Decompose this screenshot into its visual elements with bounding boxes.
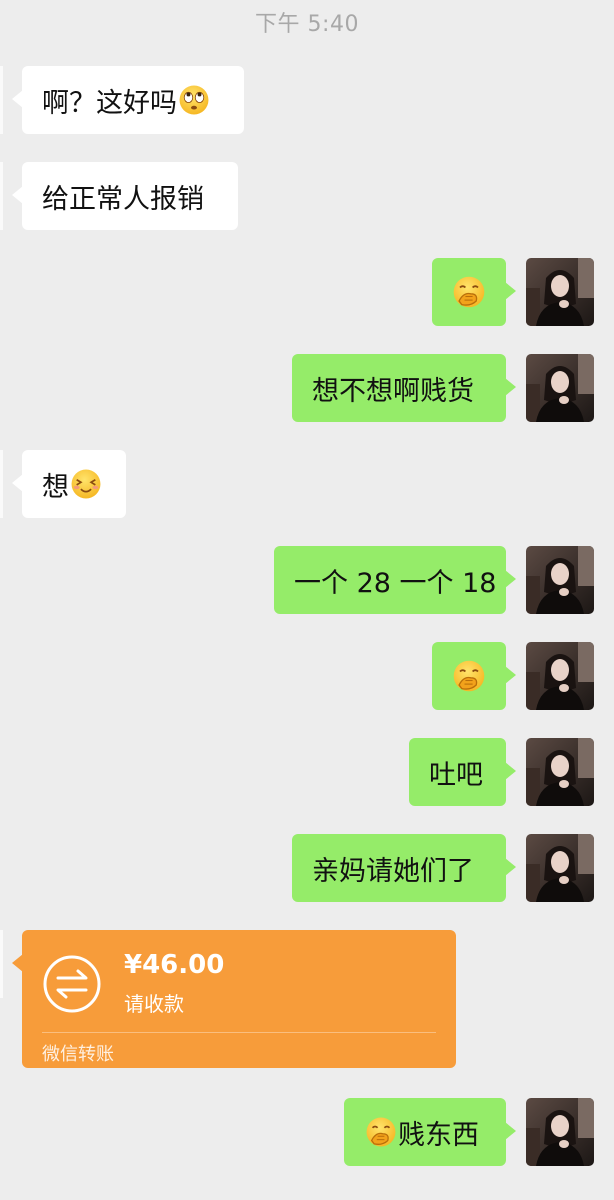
contact-avatar-edge[interactable] [0, 66, 3, 134]
message-bubble-outgoing[interactable] [432, 642, 516, 710]
contact-avatar-edge[interactable] [0, 450, 3, 518]
transfer-divider [42, 1032, 436, 1033]
rolling-eyes-emoji-icon [177, 83, 211, 117]
transfer-arrows-icon [43, 955, 101, 1013]
chat-timestamp: 下午 5:40 [255, 12, 359, 37]
message-text: 想 [42, 471, 69, 503]
message-text: 一个 28 一个 18 [294, 567, 497, 599]
transfer-footer: 微信转账 [42, 1044, 114, 1065]
message-bubble-incoming[interactable]: 想 [12, 450, 126, 518]
transfer-amount: ¥46.00 [124, 950, 225, 980]
message-bubble-outgoing[interactable]: 亲妈请她们了 [292, 834, 516, 902]
message-bubble-incoming[interactable]: 给正常人报销 [12, 162, 238, 230]
message-text: 给正常人报销 [42, 183, 204, 215]
message-bubble-incoming[interactable]: 啊？这好吗 [12, 66, 244, 134]
covering-mouth-emoji-icon [451, 274, 487, 310]
message-text: 亲妈请她们了 [312, 855, 474, 887]
contact-avatar-edge[interactable] [0, 930, 3, 998]
user-avatar[interactable] [526, 738, 594, 806]
message-text: 想不想啊贱货 [312, 375, 474, 407]
bottom-edge [0, 1190, 614, 1200]
message-bubble-outgoing[interactable] [432, 258, 516, 326]
message-bubble-outgoing[interactable]: 一个 28 一个 18 [274, 546, 516, 614]
wechat-transfer-card[interactable]: ¥46.00 请收款 微信转账 [12, 930, 456, 1068]
user-avatar[interactable] [526, 642, 594, 710]
message-bubble-outgoing[interactable]: 想不想啊贱货 [292, 354, 516, 422]
message-bubble-outgoing[interactable]: 吐吧 [409, 738, 516, 806]
contact-avatar-edge[interactable] [0, 162, 3, 230]
covering-mouth-emoji-icon [451, 658, 487, 694]
covering-mouth-emoji-icon [364, 1115, 398, 1149]
user-avatar[interactable] [526, 834, 594, 902]
message-text: 贱东西 [398, 1119, 479, 1151]
user-avatar[interactable] [526, 354, 594, 422]
blushing-smile-emoji-icon [69, 467, 103, 501]
user-avatar[interactable] [526, 1098, 594, 1166]
message-text: 吐吧 [429, 759, 483, 791]
user-avatar[interactable] [526, 258, 594, 326]
message-text: 啊？这好吗 [42, 87, 177, 119]
user-avatar[interactable] [526, 546, 594, 614]
transfer-status: 请收款 [124, 992, 184, 1016]
message-bubble-outgoing[interactable]: 贱东西 [344, 1098, 516, 1166]
